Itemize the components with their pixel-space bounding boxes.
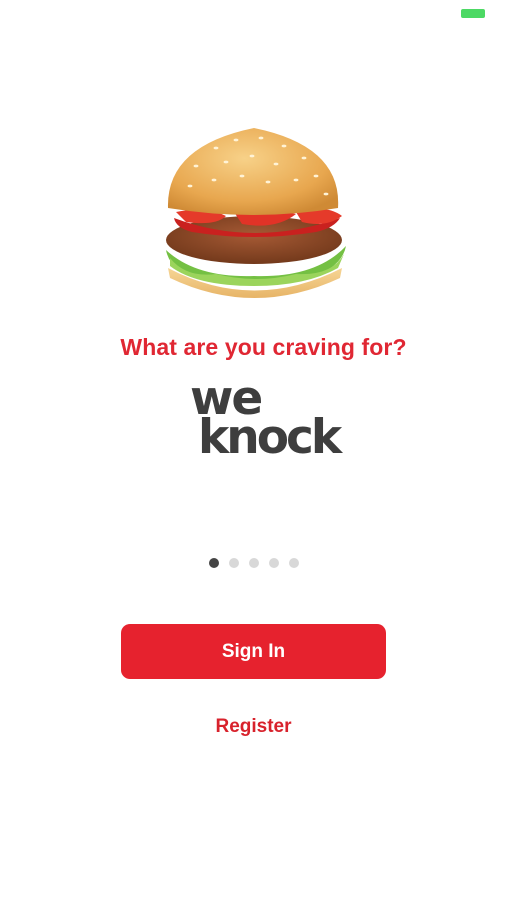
page-indicator[interactable] — [209, 558, 299, 568]
burger-image — [166, 128, 346, 298]
page-dot-2[interactable] — [229, 558, 239, 568]
page-dot-1[interactable] — [209, 558, 219, 568]
register-link[interactable]: Register — [0, 716, 507, 738]
weknock-logo: we knock — [190, 375, 342, 465]
logo-line-2: knock — [198, 410, 342, 465]
page-dot-5[interactable] — [289, 558, 299, 568]
page-dot-4[interactable] — [269, 558, 279, 568]
sign-in-button[interactable]: Sign In — [121, 624, 386, 679]
battery-icon — [461, 9, 485, 18]
tagline: What are you craving for? — [120, 334, 407, 360]
page-dot-3[interactable] — [249, 558, 259, 568]
